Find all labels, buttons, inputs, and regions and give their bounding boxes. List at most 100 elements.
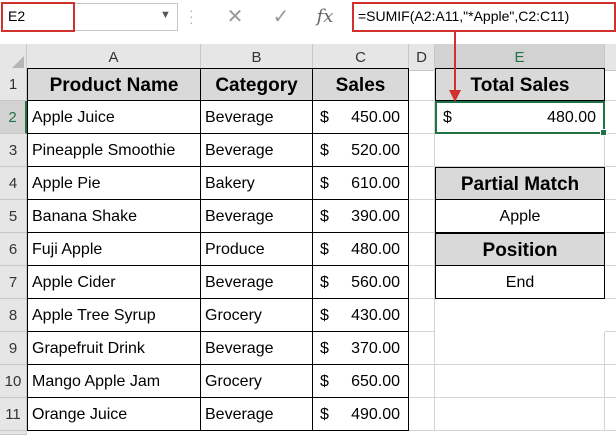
partial-match-value[interactable]: Apple (435, 200, 605, 233)
column-header-a[interactable]: A (27, 44, 201, 71)
sales-value: 520.00 (351, 142, 400, 159)
empty-cell[interactable] (409, 101, 435, 134)
row-header[interactable]: 9 (0, 332, 27, 365)
active-cell-selection (435, 101, 605, 134)
empty-cell[interactable] (409, 68, 435, 101)
product-cell[interactable]: Pineapple Smoothie (27, 134, 201, 167)
column-header-d[interactable]: D (409, 44, 435, 71)
currency-symbol: $ (320, 373, 329, 390)
enter-icon[interactable]: ✓ (268, 5, 294, 29)
empty-cell[interactable] (605, 398, 616, 431)
position-value[interactable]: End (435, 266, 605, 299)
sales-cell[interactable]: $480.00 (312, 233, 409, 266)
sales-cell[interactable]: $560.00 (312, 266, 409, 299)
empty-cell[interactable] (409, 398, 435, 431)
sales-cell[interactable]: $390.00 (312, 200, 409, 233)
empty-cell[interactable] (605, 365, 616, 398)
empty-cell[interactable] (605, 200, 616, 233)
empty-cell[interactable] (409, 200, 435, 233)
row-header[interactable]: 10 (0, 365, 27, 398)
sales-cell[interactable]: $430.00 (312, 299, 409, 332)
row-header[interactable]: 7 (0, 266, 27, 299)
product-cell[interactable]: Apple Juice (27, 101, 201, 134)
product-cell[interactable]: Mango Apple Jam (27, 365, 201, 398)
row-header[interactable] (0, 431, 27, 435)
sales-cell[interactable]: $610.00 (312, 167, 409, 200)
currency-symbol: $ (320, 142, 329, 159)
sales-cell[interactable]: $450.00 (312, 101, 409, 134)
row-header[interactable]: 6 (0, 233, 27, 266)
sales-value: 650.00 (351, 373, 400, 390)
sales-cell[interactable]: $650.00 (312, 365, 409, 398)
sales-value: 610.00 (351, 175, 400, 192)
select-all-icon (12, 56, 24, 68)
header-sales[interactable]: Sales (312, 68, 409, 101)
category-cell[interactable]: Beverage (200, 101, 313, 134)
product-cell[interactable]: Orange Juice (27, 398, 201, 431)
row-header[interactable]: 8 (0, 299, 27, 332)
category-cell[interactable]: Beverage (200, 134, 313, 167)
sales-value: 370.00 (351, 340, 400, 357)
empty-cell[interactable] (605, 299, 616, 332)
product-cell[interactable]: Apple Tree Syrup (27, 299, 201, 332)
column-header-f[interactable] (605, 44, 616, 71)
empty-cell[interactable] (409, 134, 435, 167)
empty-cell[interactable] (605, 134, 616, 167)
row-header[interactable]: 3 (0, 134, 27, 167)
row-header[interactable]: 1 (0, 68, 27, 101)
category-cell[interactable]: Beverage (200, 332, 313, 365)
header-product-name[interactable]: Product Name (27, 68, 201, 101)
row-header[interactable]: 4 (0, 167, 27, 200)
row-header[interactable]: 2 (0, 101, 27, 134)
row-header[interactable]: 5 (0, 200, 27, 233)
currency-symbol: $ (320, 307, 329, 324)
annotation-arrow (449, 32, 461, 102)
category-cell[interactable]: Beverage (200, 398, 313, 431)
category-cell[interactable]: Grocery (200, 365, 313, 398)
column-header-c[interactable]: C (313, 44, 409, 71)
category-cell[interactable]: Beverage (200, 200, 313, 233)
partial-match-label[interactable]: Partial Match (435, 167, 605, 200)
fill-handle[interactable] (600, 129, 607, 136)
category-cell[interactable]: Grocery (200, 299, 313, 332)
empty-cell[interactable] (605, 68, 616, 101)
currency-symbol: $ (320, 175, 329, 192)
empty-cell[interactable] (435, 365, 605, 398)
fx-icon[interactable]: fx (312, 5, 338, 29)
category-cell[interactable]: Produce (200, 233, 313, 266)
product-cell[interactable]: Apple Pie (27, 167, 201, 200)
empty-cell[interactable] (409, 365, 435, 398)
chevron-down-icon[interactable]: ▼ (160, 9, 171, 21)
empty-cell[interactable] (605, 167, 616, 200)
row-header[interactable]: 11 (0, 398, 27, 431)
category-cell[interactable]: Beverage (200, 266, 313, 299)
sales-cell[interactable]: $520.00 (312, 134, 409, 167)
product-cell[interactable]: Apple Cider (27, 266, 201, 299)
sales-value: 390.00 (351, 208, 400, 225)
formula-text: =SUMIF(A2:A11,"*Apple",C2:C11) (358, 8, 570, 24)
position-label[interactable]: Position (435, 233, 605, 266)
cancel-icon[interactable]: ✕ (222, 5, 248, 29)
empty-cell[interactable] (409, 299, 435, 332)
empty-cell[interactable] (605, 332, 616, 365)
empty-cell[interactable] (435, 332, 605, 365)
category-cell[interactable]: Bakery (200, 167, 313, 200)
sales-value: 560.00 (351, 274, 400, 291)
empty-cell[interactable] (409, 266, 435, 299)
empty-cell[interactable] (409, 233, 435, 266)
empty-cell[interactable] (605, 266, 616, 299)
column-header-b[interactable]: B (201, 44, 313, 71)
header-category[interactable]: Category (200, 68, 313, 101)
empty-cell[interactable] (435, 134, 605, 167)
empty-cell[interactable] (409, 332, 435, 365)
currency-symbol: $ (320, 241, 329, 258)
product-cell[interactable]: Banana Shake (27, 200, 201, 233)
product-cell[interactable]: Fuji Apple (27, 233, 201, 266)
name-box-value: E2 (8, 8, 26, 24)
empty-cell[interactable] (605, 233, 616, 266)
product-cell[interactable]: Grapefruit Drink (27, 332, 201, 365)
sales-cell[interactable]: $490.00 (312, 398, 409, 431)
empty-cell[interactable] (409, 167, 435, 200)
empty-cell[interactable] (435, 398, 605, 431)
sales-cell[interactable]: $370.00 (312, 332, 409, 365)
